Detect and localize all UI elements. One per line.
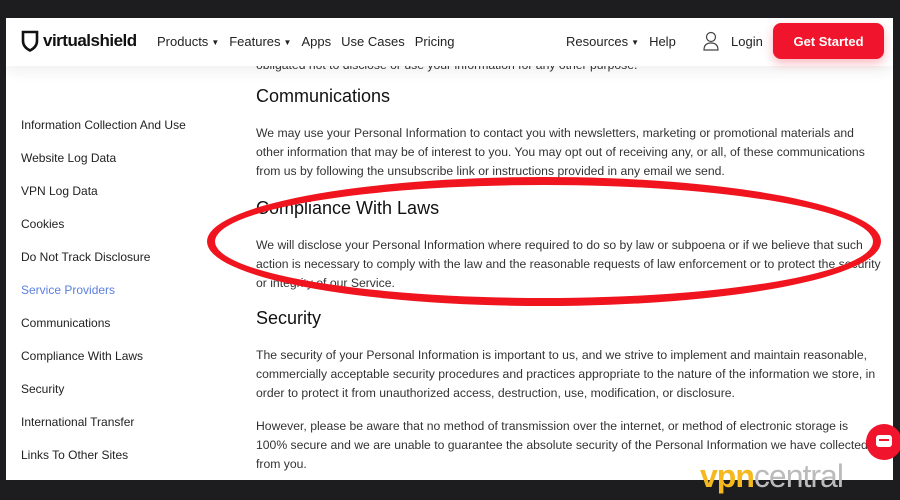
- sidebar-item-website-log-data[interactable]: Website Log Data: [21, 151, 186, 184]
- caret-down-icon: ▼: [631, 38, 640, 48]
- brand-logo[interactable]: virtualshield: [21, 30, 137, 52]
- sidebar-item-information-collection[interactable]: Information Collection And Use: [21, 118, 186, 151]
- nav-label: Features: [229, 34, 281, 49]
- nav-apps[interactable]: Apps: [301, 34, 331, 49]
- shield-icon: [21, 30, 39, 52]
- sidebar-item-do-not-track[interactable]: Do Not Track Disclosure: [21, 250, 186, 283]
- sidebar-item-cookies[interactable]: Cookies: [21, 217, 186, 250]
- sidebar-item-security[interactable]: Security: [21, 382, 186, 415]
- caret-down-icon: ▼: [211, 38, 220, 48]
- section-paragraph: We may use your Personal Information to …: [256, 126, 865, 178]
- section-paragraph: We will disclose your Personal Informati…: [256, 238, 881, 290]
- sidebar-item-communications[interactable]: Communications: [21, 316, 186, 349]
- sidebar-item-vpn-log-data[interactable]: VPN Log Data: [21, 184, 186, 217]
- nav-label: Resources: [566, 34, 629, 49]
- section-title: Communications: [256, 86, 391, 106]
- sidebar-item-international-transfer[interactable]: International Transfer: [21, 415, 186, 448]
- page: virtualshield Products ▼ Features ▼ Apps U…: [6, 18, 893, 480]
- sidebar-item-compliance[interactable]: Compliance With Laws: [21, 349, 186, 382]
- sidebar-item-links[interactable]: Links To Other Sites: [21, 448, 186, 480]
- watermark-part: vpn: [700, 458, 755, 494]
- nav-use-cases[interactable]: Use Cases: [341, 34, 405, 49]
- main-nav: Products ▼ Features ▼ Apps Use Cases Prici…: [157, 34, 454, 49]
- section-title: Security: [256, 308, 322, 328]
- nav-products[interactable]: Products ▼: [157, 34, 219, 49]
- chat-button[interactable]: [866, 424, 900, 460]
- chat-icon: [876, 435, 892, 447]
- section-paragraph: The security of your Personal Informatio…: [256, 348, 876, 400]
- section-title: Compliance With Laws: [256, 198, 440, 218]
- nav-label: Products: [157, 34, 209, 49]
- user-icon: [703, 31, 719, 51]
- brand-name: virtualshield: [43, 31, 137, 50]
- vpncentral-watermark: vpncentral: [700, 458, 844, 495]
- sidebar-toc: Information Collection And Use Website L…: [21, 118, 186, 480]
- sidebar-item-service-providers[interactable]: Service Providers: [21, 283, 186, 316]
- header: virtualshield Products ▼ Features ▼ Apps U…: [6, 18, 893, 66]
- watermark-part: central: [753, 458, 844, 494]
- caret-down-icon: ▼: [283, 38, 292, 48]
- nav-features[interactable]: Features ▼: [229, 34, 291, 49]
- nav-pricing[interactable]: Pricing: [415, 34, 455, 49]
- nav-help[interactable]: Help: [649, 34, 676, 49]
- login-label: Login: [731, 33, 763, 49]
- get-started-button[interactable]: Get Started: [773, 23, 884, 59]
- policy-content: obligated not to disclose or use your in…: [256, 56, 881, 480]
- login-link[interactable]: Login: [703, 31, 763, 51]
- nav-resources[interactable]: Resources ▼: [566, 34, 639, 49]
- secondary-nav: Resources ▼ Help: [566, 34, 676, 49]
